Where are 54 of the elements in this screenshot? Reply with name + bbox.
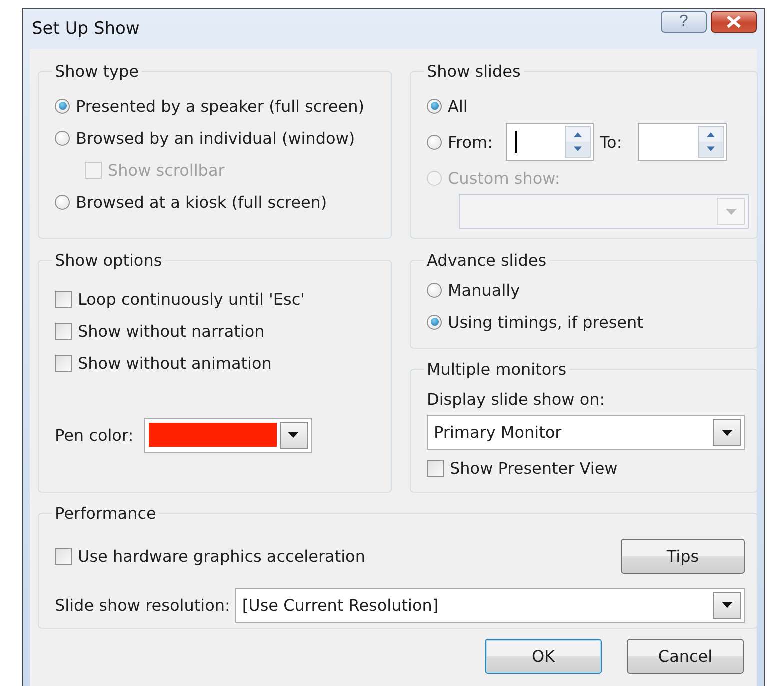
option-label[interactable]: Show Presenter View [450,458,618,478]
checkbox[interactable] [55,290,72,308]
dialog-button[interactable]: OK [485,639,602,674]
radio-button[interactable] [427,314,442,330]
option-label[interactable]: Show without narration [78,322,265,340]
option-label[interactable]: Manually [448,280,520,300]
field-label: To: [600,132,624,152]
caret-icon [722,430,732,436]
option-label[interactable]: Browsed at a kiosk (full screen) [76,192,328,212]
option-label[interactable]: Loop continuously until 'Esc' [78,290,306,308]
group-title: Advance slides [426,251,548,270]
dropdown-field[interactable] [459,194,749,229]
option-label[interactable]: All [448,96,468,116]
checkbox[interactable] [427,460,444,476]
caret-icon [288,432,300,438]
checkbox[interactable] [55,354,72,372]
number-field[interactable] [638,123,727,161]
radio-button[interactable] [427,98,442,114]
option-label[interactable]: Show without animation [78,354,272,372]
radio-button[interactable] [427,134,442,150]
dropdown-button[interactable] [713,419,741,446]
close-icon [725,16,743,28]
radio-button[interactable] [55,98,70,114]
radio-button[interactable] [55,194,70,210]
group-title: Performance [54,504,158,523]
group-title: Show options [54,251,164,270]
checkbox[interactable] [55,322,72,340]
radio-button[interactable] [55,130,70,146]
dropdown-field[interactable]: [Use Current Resolution] [235,588,745,622]
group-title: Show type [54,62,140,81]
field-label: Display slide show on: [427,390,606,408]
option-label[interactable]: Presented by a speaker (full screen) [76,96,364,116]
help-button[interactable]: ? [661,11,707,33]
caret-icon [722,602,732,608]
field-label: Pen color: [55,426,134,444]
dropdown-field[interactable]: Primary Monitor [427,415,745,450]
group-title: Multiple monitors [426,360,568,379]
radio-button[interactable] [427,282,442,298]
color-picker[interactable] [144,418,312,452]
field-label: Slide show resolution: [55,596,230,614]
window-title: Set Up Show [31,19,140,39]
checkbox[interactable] [55,548,72,564]
close-button[interactable] [711,11,757,33]
option-label[interactable]: Use hardware graphics acceleration [78,546,366,566]
dialog-button[interactable]: Cancel [627,639,744,674]
option-label[interactable]: Using timings, if present [448,312,644,332]
group-title: Show slides [426,62,522,81]
option-label[interactable]: From: [448,132,506,152]
caret-icon [726,208,736,214]
dropdown-button[interactable] [280,422,308,448]
tips-button[interactable]: Tips [621,538,745,574]
dropdown-button[interactable] [713,592,741,618]
option-label[interactable]: Browsed by an individual (window) [76,128,356,148]
number-field[interactable] [506,123,594,161]
